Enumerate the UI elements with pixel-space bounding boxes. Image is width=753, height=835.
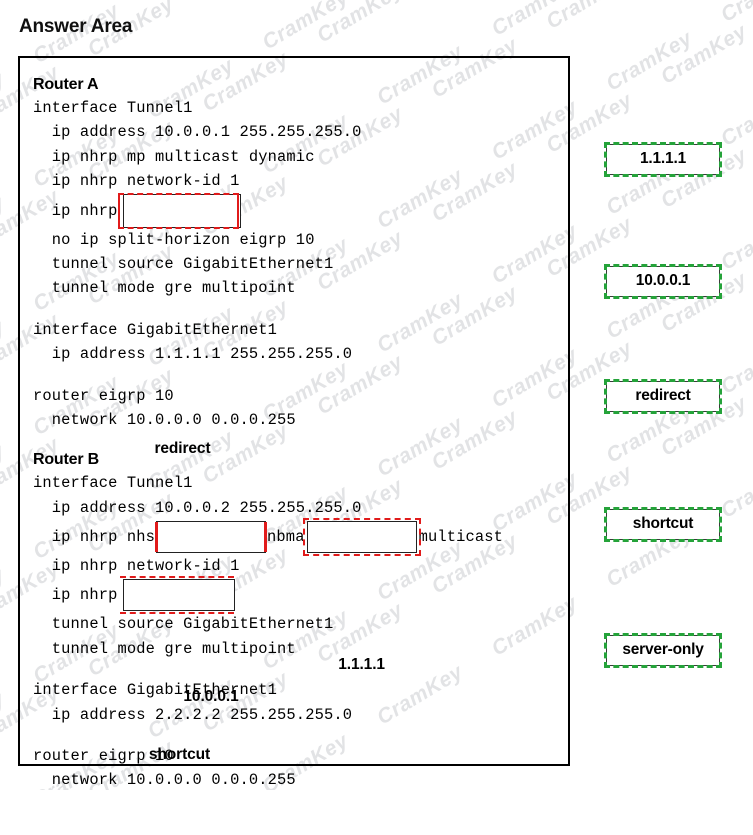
option-label: shortcut xyxy=(632,515,694,532)
config-line-with-drop-slot: ip nhrp redirect xyxy=(33,192,563,457)
option-palette: 1.1.1.1 10.0.0.1 redirect shortcut serve… xyxy=(604,0,746,790)
slot-border xyxy=(123,193,242,228)
config-blank-line xyxy=(33,661,563,678)
config-line: ip address 10.0.0.2 255.255.255.0 xyxy=(33,498,362,517)
config-line-with-drop-slot: ip nhrp shortcut xyxy=(33,576,563,763)
drop-slot-router-b-nhs[interactable]: 10.0.0.1 xyxy=(155,521,268,705)
config-line-prefix: ip nhrp nhs xyxy=(33,528,156,547)
config-line: ip nhrp network-id 1 xyxy=(33,172,240,191)
router-a-heading: Router A xyxy=(33,76,99,93)
slot-highlight-left xyxy=(118,192,121,229)
option-chip-shortcut[interactable]: shortcut xyxy=(604,507,722,542)
config-line-with-drop-slots: ip nhrp nhs 10.0.0.1 nbma 1.1.1.1 multic… xyxy=(33,518,563,705)
option-label: 1.1.1.1 xyxy=(639,150,686,167)
slot-border xyxy=(123,579,236,612)
drop-slot-router-a-nhrp[interactable]: redirect xyxy=(118,192,242,457)
config-line: interface GigabitEthernet1 xyxy=(33,681,278,700)
config-line: network 10.0.0.0 0.0.0.255 xyxy=(33,771,296,790)
option-label: redirect xyxy=(635,387,691,404)
config-blank-line xyxy=(33,367,563,384)
drop-slot-router-b-nbma[interactable]: 1.1.1.1 xyxy=(302,518,421,673)
slot-highlight-top xyxy=(118,192,240,195)
slot-highlight-right xyxy=(237,192,240,229)
slot-highlight-left xyxy=(155,522,159,553)
config-blank-line xyxy=(33,432,563,449)
option-chip-redirect[interactable]: redirect xyxy=(604,379,722,414)
config-line-prefix: ip nhrp xyxy=(33,586,118,605)
config-line: ip nhrp network-id 1 xyxy=(33,557,240,576)
drop-slot-value: shortcut xyxy=(148,746,211,764)
config-line: router eigrp 10 xyxy=(33,747,174,766)
config-line: network 10.0.0.0 0.0.0.255 xyxy=(33,410,296,429)
slot-border xyxy=(306,521,417,554)
configuration-area: Router A interface Tunnel1 ip address 10… xyxy=(33,74,563,793)
config-line-suffix: multicast xyxy=(418,528,504,547)
drop-slot-value: 10.0.0.1 xyxy=(183,688,239,706)
option-chip-10-0-0-1[interactable]: 10.0.0.1 xyxy=(604,264,722,299)
config-blank-line xyxy=(33,727,563,744)
router-b-heading: Router B xyxy=(33,451,99,469)
config-line: router eigrp 10 xyxy=(33,386,174,405)
option-label: server-only xyxy=(622,641,704,658)
slot-border xyxy=(156,521,267,554)
config-line: tunnel mode gre multipoint xyxy=(33,639,296,658)
config-line: tunnel source GigabitEthernet1 xyxy=(33,254,334,273)
config-line: ip address 10.0.0.1 255.255.255.0 xyxy=(33,123,362,142)
config-line: interface Tunnel1 xyxy=(33,474,193,493)
option-label: 10.0.0.1 xyxy=(635,272,691,289)
config-line: tunnel source GigabitEthernet1 xyxy=(33,615,334,634)
slot-highlight-box xyxy=(302,518,421,557)
config-line: interface GigabitEthernet1 xyxy=(33,320,278,339)
drop-slot-router-b-nhrp[interactable]: shortcut xyxy=(120,576,236,763)
config-line-prefix: ip nhrp xyxy=(33,201,118,220)
option-chip-server-only[interactable]: server-only xyxy=(604,633,722,668)
page-title: Answer Area xyxy=(19,16,133,37)
config-line: ip address 1.1.1.1 255.255.255.0 xyxy=(33,345,353,364)
config-line: ip nhrp mp multicast dynamic xyxy=(33,147,315,166)
config-line: no ip split-horizon eigrp 10 xyxy=(33,230,315,249)
config-line: ip address 2.2.2.2 255.255.255.0 xyxy=(33,705,353,724)
config-line: tunnel mode gre multipoint xyxy=(33,279,296,298)
option-chip-1-1-1-1[interactable]: 1.1.1.1 xyxy=(604,142,722,177)
config-line: interface Tunnel1 xyxy=(33,99,193,117)
config-blank-line xyxy=(33,301,563,318)
drop-slot-value: redirect xyxy=(154,439,211,457)
drop-slot-value: 1.1.1.1 xyxy=(338,656,385,674)
config-line-middle: nbma xyxy=(267,528,305,547)
